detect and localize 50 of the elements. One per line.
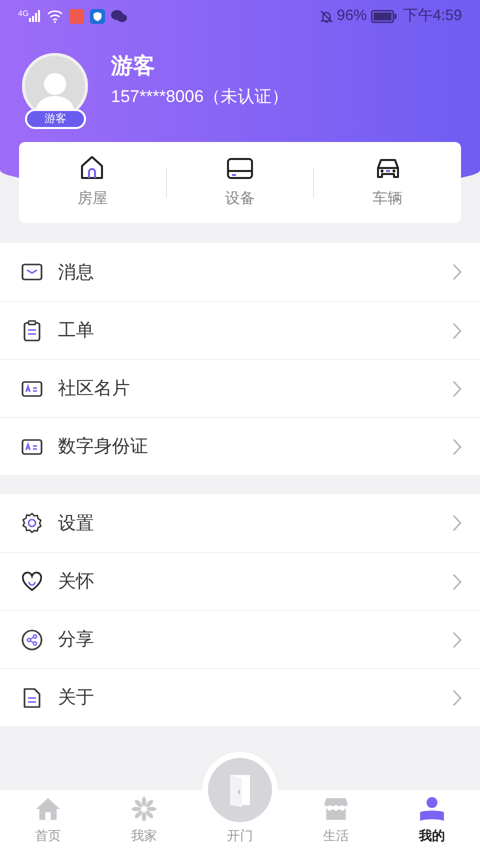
quick-link[interactable]: 设备 (225, 188, 255, 211)
chevron-right-icon (452, 322, 462, 340)
menu-item[interactable]: 数字身份证 (0, 417, 480, 475)
flower-icon (131, 796, 157, 822)
signal-icon (28, 10, 41, 22)
shop-icon (323, 796, 349, 822)
chevron-right-icon (452, 263, 462, 281)
door-icon (227, 773, 253, 807)
envelope-icon (21, 261, 43, 283)
menu-label: 关于 (58, 686, 95, 709)
battery-icon (370, 10, 397, 22)
house-icon (35, 796, 61, 822)
network-type: 4G (18, 8, 29, 20)
menu-item[interactable]: 设置 (0, 494, 480, 552)
menu-label: 社区名片 (58, 377, 131, 400)
user-role-badge: 游客 (25, 109, 86, 129)
chevron-right-icon (452, 572, 462, 590)
chat-icon (110, 9, 127, 23)
quick-link[interactable]: 房屋 (77, 188, 108, 211)
menu-label: 分享 (58, 628, 95, 651)
menu-item[interactable]: 社区名片 (0, 359, 480, 417)
document-icon (21, 686, 43, 708)
clock-time: 下午4:59 (402, 6, 462, 26)
menu-label: 消息 (58, 260, 95, 284)
battery-percent: 96% (336, 6, 367, 26)
clipboard-icon (21, 320, 43, 342)
heart-icon (21, 570, 43, 592)
chevron-right-icon (452, 380, 462, 398)
chevron-right-icon (452, 630, 462, 648)
menu-item[interactable]: 关怀 (0, 552, 480, 610)
quick-link[interactable]: 车辆 (372, 188, 403, 211)
menu-item[interactable]: 关于 (0, 668, 480, 726)
menu-label: 数字身份证 (58, 435, 149, 458)
menu-label: 设置 (58, 512, 95, 534)
user-name: 游客 (111, 52, 156, 80)
menu-label: 关怀 (58, 570, 95, 593)
nav-tab[interactable]: 我的 (419, 826, 445, 845)
menu-item[interactable]: 分享 (0, 610, 480, 668)
chevron-right-icon (452, 514, 462, 532)
person-icon (419, 796, 445, 822)
menu-item[interactable]: 消息 (0, 243, 480, 301)
settings-icon (21, 512, 43, 534)
share-icon (21, 628, 43, 650)
bell-off-icon (318, 8, 334, 24)
wifi-icon (46, 10, 63, 22)
chevron-right-icon (452, 688, 462, 706)
phone-number: 157****8006（未认证） (111, 86, 289, 108)
menu-label: 工单 (58, 319, 95, 342)
chevron-right-icon (452, 438, 462, 456)
menu-item[interactable]: 工单 (0, 301, 480, 359)
